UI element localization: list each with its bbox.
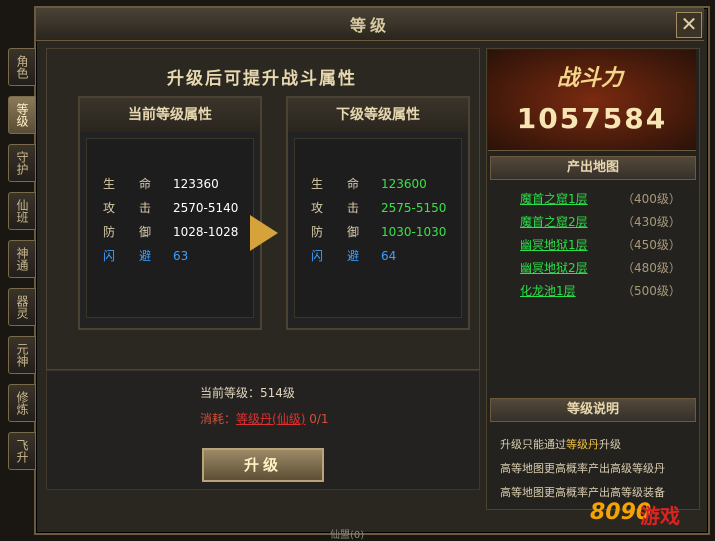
close-icon[interactable]: ✕ <box>676 12 702 38</box>
current-stats-list: 生 命 123360 攻 击 2570-5140 防 御 1028-1028 闪 避 6… <box>86 138 254 318</box>
maps-header: 产出地图 <box>490 156 696 180</box>
attribute-heading: 升级后可提升战斗属性 <box>167 69 357 89</box>
stat-name: 闪 避 <box>311 249 360 263</box>
next-stats-title: 下级等级属性 <box>288 98 468 132</box>
next-stat-row: 闪 避 64 <box>311 247 396 263</box>
combat-power-value: 1057584 <box>516 102 668 135</box>
desc-line-1: 升级只能通过等级丹升级 <box>500 436 621 452</box>
map-item[interactable]: 魔首之窟1层 （400级） <box>520 190 681 206</box>
map-level: （430级） <box>622 215 681 229</box>
stat-name: 生 命 <box>311 177 360 191</box>
next-stats-box: 下级等级属性 生 命 123600 攻 击 2575-5150 防 御 1030-10… <box>286 96 470 330</box>
level-desc-header: 等级说明 <box>490 398 696 422</box>
next-stats-list: 生 命 123600 攻 击 2575-5150 防 御 1030-1030 闪 避 6… <box>294 138 462 318</box>
cost-item-link[interactable]: 等级丹(仙级) <box>236 412 305 426</box>
desc-line-3: 高等地图更高概率产出高等级装备 <box>500 486 665 499</box>
arrow-right-icon <box>250 215 278 251</box>
stat-value: 2570-5140 <box>173 201 239 215</box>
tab-artifact-spirit[interactable]: 器灵 <box>8 288 36 326</box>
cost-label: 消耗： <box>200 412 237 426</box>
current-level: 当前等级：514级 <box>200 386 295 400</box>
tab-cultivation[interactable]: 修炼 <box>8 384 36 422</box>
map-link[interactable]: 化龙池1层 <box>520 284 576 298</box>
stat-name: 防 御 <box>311 225 360 239</box>
next-stat-row: 攻 击 2575-5150 <box>311 199 446 215</box>
stat-value: 63 <box>173 249 189 263</box>
footer-text: 仙盟(0) <box>330 530 365 541</box>
site-logo-text: 游戏 <box>640 504 680 528</box>
tab-immortal-rank[interactable]: 仙班 <box>8 192 36 230</box>
stat-value: 1028-1028 <box>173 225 239 239</box>
tab-level[interactable]: 等级 <box>8 96 36 134</box>
stat-value: 64 <box>381 249 397 263</box>
desc-highlight: 等级丹 <box>566 438 599 451</box>
cost-line: 消耗：等级丹(仙级) 0/1 <box>200 410 329 427</box>
map-item[interactable]: 魔首之窟2层 （430级） <box>520 213 681 229</box>
map-level: （450级） <box>622 238 681 252</box>
current-stat-row: 攻 击 2570-5140 <box>103 199 238 215</box>
desc-line-2: 高等地图更高概率产出高级等级丹 <box>500 462 665 475</box>
stat-value: 1030-1030 <box>381 225 447 239</box>
desc-text: 升级 <box>599 438 621 451</box>
next-stat-row: 生 命 123600 <box>311 175 427 191</box>
current-stats-box: 当前等级属性 生 命 123360 攻 击 2570-5140 防 御 1028-10… <box>78 96 262 330</box>
desc-text: 升级只能通过 <box>500 438 566 451</box>
next-stat-row: 防 御 1030-1030 <box>311 223 446 239</box>
upgrade-button[interactable]: 升级 <box>202 448 324 482</box>
tab-guardian[interactable]: 守护 <box>8 144 36 182</box>
stat-name: 攻 击 <box>103 201 152 215</box>
map-item[interactable]: 化龙池1层 （500级） <box>520 282 681 298</box>
stat-value: 123360 <box>173 177 219 191</box>
current-stats-title: 当前等级属性 <box>80 98 260 132</box>
current-stat-row: 防 御 1028-1028 <box>103 223 238 239</box>
stat-name: 攻 击 <box>311 201 360 215</box>
map-item[interactable]: 幽冥地狱1层 （450级） <box>520 236 681 252</box>
tab-divine-power[interactable]: 神通 <box>8 240 36 278</box>
map-level: （480级） <box>622 261 681 275</box>
map-link[interactable]: 幽冥地狱1层 <box>520 238 588 252</box>
tab-primordial-spirit[interactable]: 元神 <box>8 336 36 374</box>
map-link[interactable]: 幽冥地狱2层 <box>520 261 588 275</box>
window-title: 等级 <box>349 16 390 35</box>
stat-value: 2575-5150 <box>381 201 447 215</box>
map-link[interactable]: 魔首之窟2层 <box>520 215 588 229</box>
map-link[interactable]: 魔首之窟1层 <box>520 192 588 206</box>
stat-name: 防 御 <box>103 225 152 239</box>
map-item[interactable]: 幽冥地狱2层 （480级） <box>520 259 681 275</box>
current-stat-row: 闪 避 63 <box>103 247 188 263</box>
cost-count: 0/1 <box>305 412 329 426</box>
stat-name: 闪 避 <box>103 249 152 263</box>
current-stat-row: 生 命 123360 <box>103 175 219 191</box>
stat-value: 123600 <box>381 177 427 191</box>
tab-ascension[interactable]: 飞升 <box>8 432 36 470</box>
map-level: （400级） <box>622 192 681 206</box>
combat-power-label: 战斗力 <box>556 66 623 91</box>
tab-character[interactable]: 角色 <box>8 48 36 86</box>
stat-name: 生 命 <box>103 177 152 191</box>
map-level: （500级） <box>622 284 681 298</box>
